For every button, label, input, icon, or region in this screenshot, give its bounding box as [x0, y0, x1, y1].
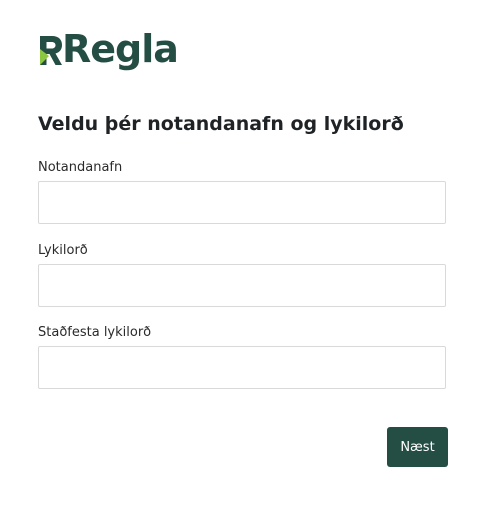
confirm-password-label: Staðfesta lykilorð	[38, 325, 152, 340]
confirm-password-input[interactable]	[38, 346, 446, 389]
page-title: Veldu þér notandanafn og lykilorð	[38, 113, 404, 135]
regla-logo-icon	[40, 36, 62, 65]
regla-logo-wordmark: Regla	[62, 27, 179, 71]
username-label: Notandanafn	[38, 160, 123, 175]
next-button[interactable]: Næst	[387, 427, 448, 467]
password-input[interactable]	[38, 264, 446, 307]
password-label: Lykilorð	[38, 243, 88, 258]
signup-page: Regla Veldu þér notandanafn og lykilorð …	[0, 0, 484, 526]
username-input[interactable]	[38, 181, 446, 224]
regla-logo: Regla	[38, 27, 179, 71]
